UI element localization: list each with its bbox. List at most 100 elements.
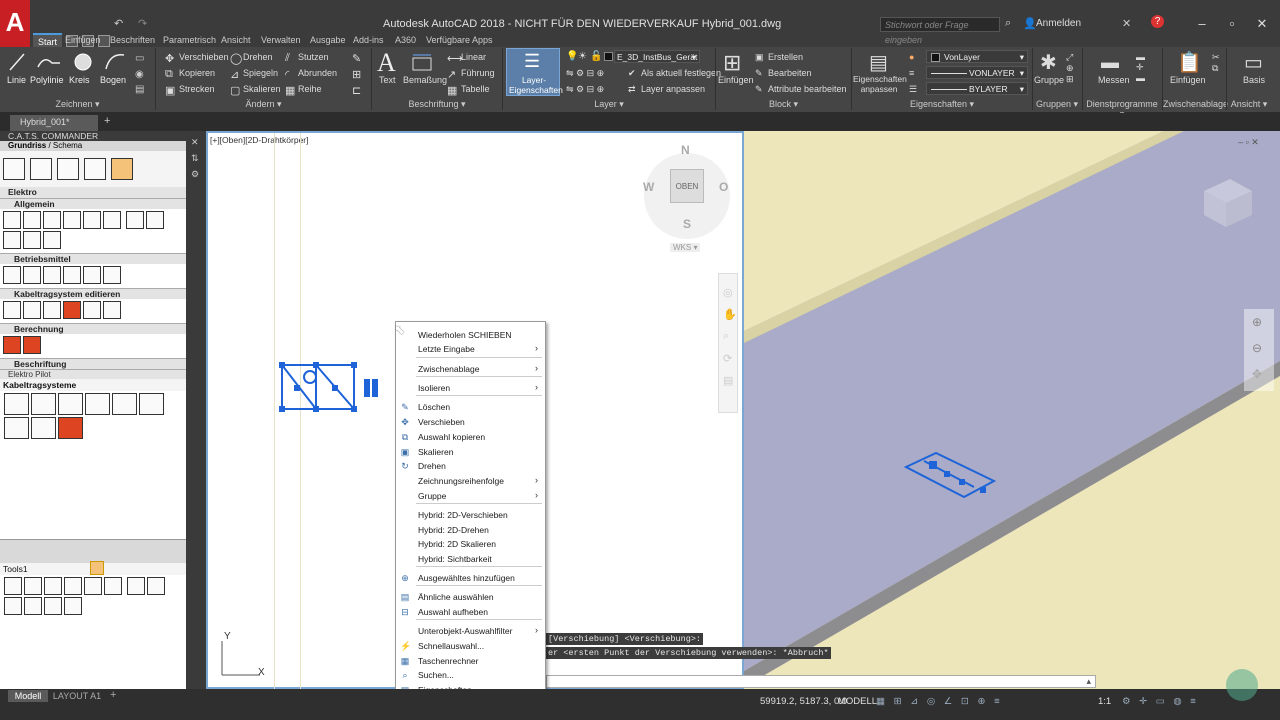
minimize-icon[interactable]: – (1192, 16, 1212, 31)
calc-tool-icon[interactable] (23, 336, 41, 354)
group-allgemein[interactable]: Allgemein (0, 198, 186, 209)
context-menu-item[interactable]: Zeichnungsreihenfolge › (396, 474, 545, 488)
context-menu-item[interactable]: ⊟ Auswahl aufheben (396, 605, 545, 619)
group-beschriftung[interactable]: Beschriftung (0, 358, 186, 369)
context-menu-item[interactable]: ⊕ Ausgewähltes hinzufügen (396, 571, 545, 585)
panel-title-groups[interactable]: Gruppen ▾ (1033, 99, 1081, 111)
group-berechnung[interactable]: Berechnung (0, 323, 186, 334)
context-menu-item[interactable]: Hybrid: 2D Skalieren (396, 537, 545, 551)
tab-schema[interactable]: Schema (53, 141, 82, 150)
context-menu-item[interactable]: ▤ Ähnliche auswählen (396, 590, 545, 604)
trim-button[interactable]: Stutzen (298, 52, 329, 62)
showmotion-icon[interactable]: ▤ (723, 374, 733, 387)
panel-title-draw[interactable]: Zeichnen ▾ (0, 99, 155, 111)
context-menu-item[interactable]: ✥ Verschieben (396, 415, 545, 429)
component-tool-icon[interactable] (57, 158, 80, 180)
calc-tool-icon[interactable] (3, 336, 21, 354)
building-tool-icon[interactable] (84, 158, 107, 180)
viewport-3d[interactable]: – ▫ ✕ ⊕ ⊖ ✥ (744, 131, 1280, 689)
context-menu-item[interactable]: ▦ Taschenrechner (396, 654, 545, 668)
redo-icon[interactable]: ↷ (138, 17, 147, 30)
steering-wheel-icon[interactable]: ◎ (723, 286, 733, 299)
panel-title-modify[interactable]: Ändern ▾ (156, 99, 371, 111)
tab-grundriss[interactable]: Grundriss (8, 141, 46, 150)
add-layout-icon[interactable]: + (110, 689, 116, 701)
tab-insert[interactable]: Einfügen (60, 33, 106, 47)
set-current-button[interactable]: Als aktuell festlegen (641, 68, 721, 78)
viewcube-north[interactable]: N (681, 143, 690, 157)
mirror-button[interactable]: Spiegeln (243, 68, 278, 78)
utility-tools-icons[interactable]: ▬ ✛ ▬ (1136, 52, 1145, 83)
general-tool-icon[interactable] (43, 211, 61, 229)
tray-edit-icon[interactable] (23, 301, 41, 319)
general-tool-icon[interactable] (23, 231, 41, 249)
command-input[interactable]: ▴ (546, 675, 1096, 688)
erase-icon[interactable]: ✎ (352, 52, 361, 65)
context-menu-item[interactable]: Hybrid: 2D-Drehen (396, 523, 545, 537)
tool-icon[interactable] (44, 597, 62, 615)
palette-props-icon[interactable]: ⚙ (191, 169, 199, 180)
lineweight-dropdown[interactable]: BYLAYER ▾ (926, 82, 1028, 95)
section-elektro[interactable]: Elektro (0, 187, 186, 198)
search-icon[interactable]: ⌕ (1005, 17, 1011, 30)
fillet-button[interactable]: Abrunden (298, 68, 337, 78)
cable-tray-icon[interactable] (4, 393, 29, 415)
rectangle-icon[interactable]: ▭ (135, 53, 144, 64)
create-block-button[interactable]: Erstellen (768, 52, 803, 62)
dimension-button[interactable]: Bemaßung (403, 75, 447, 85)
viewport-controls-label[interactable]: [+][Oben][2D-Drahtkörper] (210, 135, 309, 145)
table-button[interactable]: Tabelle (461, 84, 490, 94)
tab-view[interactable]: Ansicht (216, 33, 256, 47)
context-menu-item[interactable]: ✎ Löschen (396, 400, 545, 414)
tool-icon[interactable] (44, 577, 62, 595)
stair-tool-icon[interactable] (30, 158, 53, 180)
panel-title-layer[interactable]: Layer ▾ (503, 99, 715, 111)
circle-button[interactable]: Kreis (69, 75, 90, 85)
maximize-icon[interactable]: ▫ (1222, 16, 1242, 31)
match-layer-button[interactable]: Layer anpassen (641, 84, 705, 94)
floorplan-tool-icon[interactable] (3, 158, 25, 180)
viewcube-south[interactable]: S (683, 217, 691, 231)
tab-model[interactable]: Modell (8, 690, 48, 702)
color-dropdown[interactable]: VonLayer ▾ (926, 50, 1028, 63)
tray-edit-icon[interactable] (63, 301, 81, 319)
tool-icon[interactable] (127, 577, 146, 595)
insert-block-button[interactable]: Einfügen (718, 75, 754, 85)
polyline-button[interactable]: Polylinie (30, 75, 64, 85)
electro-tool-icon[interactable] (111, 158, 134, 180)
line-button[interactable]: Linie (7, 75, 26, 85)
tab-parametric[interactable]: Parametrisch (158, 33, 221, 47)
context-menu-item[interactable]: Gruppe › (396, 489, 545, 503)
new-tab-icon[interactable]: + (104, 115, 110, 127)
tab-a360[interactable]: A360 (390, 33, 421, 47)
tool-icon[interactable] (24, 577, 42, 595)
tray-edit-icon[interactable] (103, 301, 121, 319)
scale-button[interactable]: Skalieren (243, 84, 281, 94)
layer-tools-icons-2[interactable]: ⇋ ⚙ ⊟ ⊕ (566, 84, 604, 95)
panel-title-annotation[interactable]: Beschriftung ▾ (372, 99, 502, 111)
annotation-scale[interactable]: 1:1 (1098, 696, 1111, 707)
equipment-tool-icon[interactable] (3, 266, 21, 284)
general-tool-icon[interactable] (126, 211, 145, 229)
palette-mode-icon[interactable] (90, 561, 104, 575)
tab-addins[interactable]: Add-ins (348, 33, 389, 47)
hatch-icon[interactable]: ◉ (135, 69, 144, 80)
cable-tray-icon[interactable] (139, 393, 164, 415)
tool-icon[interactable] (4, 597, 22, 615)
edit-attributes-button[interactable]: Attribute bearbeiten (768, 84, 847, 94)
cable-tray-icon[interactable] (58, 393, 83, 415)
zoom-out-icon[interactable]: ⊖ (1252, 341, 1262, 355)
cable-tray-icon[interactable] (31, 417, 56, 439)
search-input[interactable]: Stichwort oder Frage eingeben (880, 17, 1000, 45)
context-menu-item[interactable]: Hybrid: Sichtbarkeit (396, 552, 545, 566)
tab-layout-a1[interactable]: LAYOUT A1 (52, 690, 102, 702)
palette-autohide-icon[interactable]: ⇅ (191, 153, 199, 164)
text-button[interactable]: Text (379, 75, 396, 85)
context-menu-item[interactable]: ⌕ Suchen... (396, 668, 545, 682)
exchange-icon[interactable]: ✕ (1122, 17, 1131, 30)
layer-color-swatch[interactable] (604, 52, 613, 61)
tool-icon[interactable] (84, 577, 102, 595)
pan-icon[interactable]: ✋ (723, 308, 737, 321)
equipment-tool-icon[interactable] (43, 266, 61, 284)
tray-edit-icon[interactable] (3, 301, 21, 319)
